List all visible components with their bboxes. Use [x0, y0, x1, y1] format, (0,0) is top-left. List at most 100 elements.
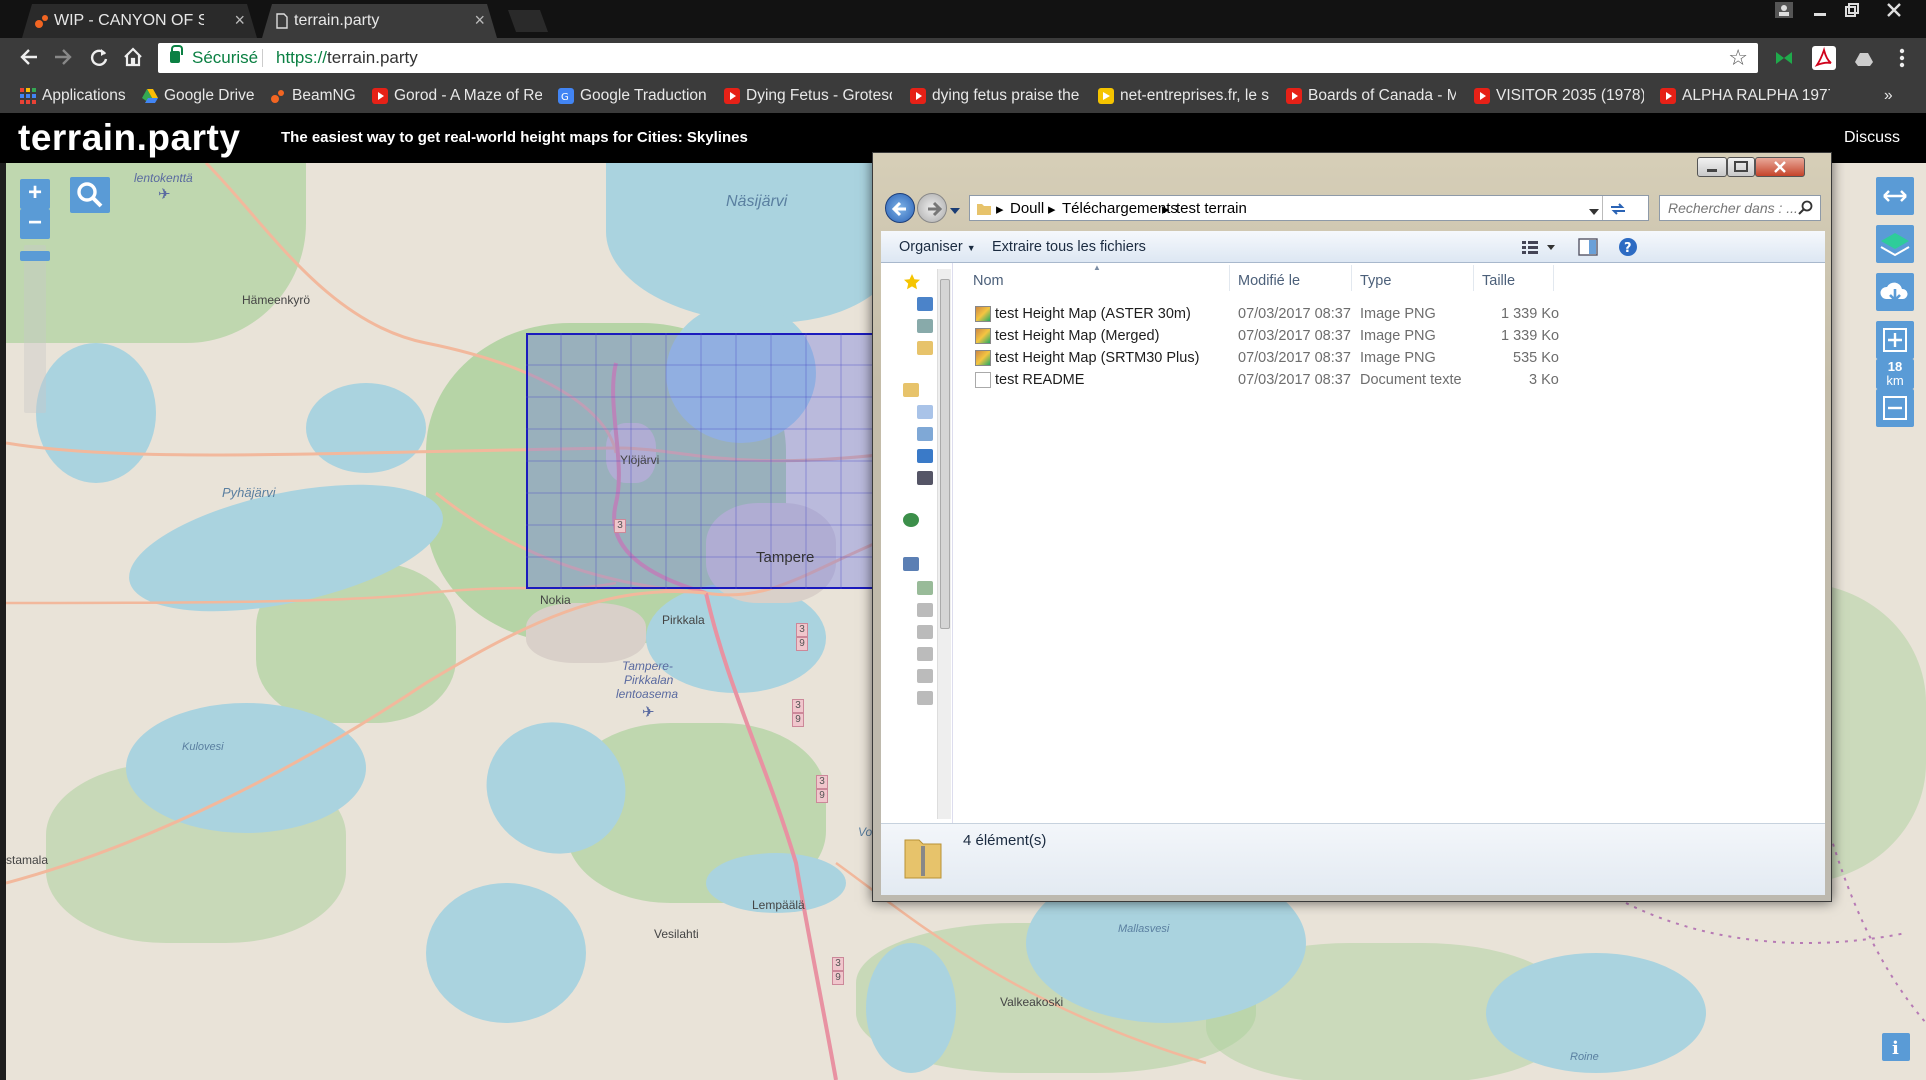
close-tab-icon[interactable]: × — [234, 10, 245, 31]
bookmark-google-traduction[interactable]: G Google Traduction — [558, 85, 718, 107]
explorer-forward-icon[interactable] — [917, 193, 947, 223]
bookmark-alpha-ralpha[interactable]: ALPHA RALPHA 1977 — [1660, 85, 1830, 107]
close-tab-icon[interactable]: × — [474, 10, 485, 31]
preview-pane-icon[interactable] — [1578, 238, 1598, 261]
breadcrumb-separator-icon[interactable]: ▸ — [1162, 200, 1170, 218]
address-dropdown-icon[interactable] — [1588, 204, 1600, 222]
breadcrumb-doull[interactable]: Doull — [1010, 200, 1044, 217]
desktop-icon[interactable] — [917, 297, 933, 311]
discuss-link[interactable]: Discuss — [1844, 129, 1900, 147]
explorer-close-icon[interactable] — [1755, 157, 1805, 177]
column-header-size[interactable]: Taille — [1482, 273, 1515, 289]
drive-icon[interactable] — [917, 581, 933, 595]
restore-window-icon[interactable] — [1838, 0, 1866, 22]
view-options-icon[interactable] — [1521, 239, 1555, 260]
pictures-icon[interactable] — [917, 427, 933, 441]
breadcrumb-telechargements[interactable]: Téléchargements — [1062, 200, 1178, 217]
zoom-slider-handle[interactable] — [20, 251, 50, 261]
downloads-folder-icon[interactable] — [917, 341, 933, 355]
navigation-scrollbar[interactable] — [937, 269, 951, 819]
bookmark-boards-of-canada[interactable]: Boards of Canada - M — [1286, 85, 1456, 107]
drive-icon[interactable] — [917, 669, 933, 683]
drive-extension-icon[interactable] — [1852, 46, 1876, 70]
extension-green-icon[interactable] — [1772, 46, 1796, 70]
search-icon[interactable] — [70, 177, 110, 213]
bookmark-dying-fetus[interactable]: Dying Fetus - Grotesq — [724, 85, 892, 107]
tab-wip-canyon[interactable]: WIP - CANYON OF SPEED × — [22, 4, 257, 38]
new-tab-button[interactable] — [508, 10, 548, 32]
bookmark-visitor-2035[interactable]: VISITOR 2035 (1978) | — [1474, 85, 1644, 107]
cloud-download-icon[interactable] — [1876, 273, 1914, 311]
bookmark-applications[interactable]: Applications — [20, 85, 130, 107]
size-increase-icon[interactable] — [1876, 321, 1914, 359]
column-header-name[interactable]: Nom — [973, 273, 1004, 289]
scrollbar-thumb[interactable] — [940, 279, 950, 629]
drive-icon[interactable] — [917, 647, 933, 661]
zoom-slider[interactable] — [24, 245, 46, 413]
zoom-out-button[interactable]: − — [20, 209, 50, 239]
bookmark-google-drive[interactable]: Google Drive — [142, 85, 258, 107]
libraries-icon[interactable] — [903, 383, 919, 397]
file-name: test Height Map (Merged) — [995, 328, 1160, 344]
file-row[interactable]: test README 07/03/2017 08:37 Document te… — [953, 369, 1825, 391]
close-window-icon[interactable] — [1880, 0, 1908, 22]
history-dropdown-icon[interactable] — [949, 203, 961, 221]
bookmark-dying-fetus-praise[interactable]: dying fetus praise the — [910, 85, 1082, 107]
bookmark-star-icon[interactable]: ☆ — [1728, 45, 1748, 71]
bookmark-beamng[interactable]: BeamNG — [270, 85, 360, 107]
net-entreprises-icon — [1098, 88, 1114, 104]
back-icon[interactable] — [16, 46, 42, 72]
explorer-search-input[interactable]: Rechercher dans : ... — [1659, 195, 1821, 221]
rotate-icon[interactable] — [1876, 177, 1914, 215]
videos-icon[interactable] — [917, 471, 933, 485]
bookmark-gorod[interactable]: Gorod - A Maze of Re — [372, 85, 542, 107]
breadcrumb-separator-icon[interactable]: ▸ — [996, 200, 1004, 218]
breadcrumb-separator-icon[interactable]: ▸ — [1048, 200, 1056, 218]
forward-icon[interactable] — [50, 46, 76, 72]
explorer-address-bar[interactable]: ▸ Doull ▸ Téléchargements ▸ test terrain — [969, 195, 1649, 221]
url-text[interactable]: https://terrain.party — [276, 48, 418, 68]
pdf-extension-icon[interactable] — [1812, 46, 1836, 70]
drive-icon[interactable] — [917, 691, 933, 705]
bookmarks-bar: Applications Google Drive BeamNG Gorod -… — [0, 79, 1926, 113]
extract-all-button[interactable]: Extraire tous les fichiers — [992, 239, 1146, 255]
home-icon[interactable] — [120, 46, 146, 72]
search-icon[interactable] — [1798, 200, 1814, 219]
file-row[interactable]: test Height Map (SRTM30 Plus) 07/03/2017… — [953, 347, 1825, 369]
organize-button[interactable]: Organiser ▼ — [899, 239, 976, 255]
explorer-navigation-pane[interactable] — [881, 263, 953, 823]
computer-icon[interactable] — [903, 557, 919, 571]
drive-icon[interactable] — [917, 603, 933, 617]
zoom-in-button[interactable]: + — [20, 179, 50, 209]
road-shield: 3 — [792, 699, 804, 713]
help-icon[interactable]: ? — [1618, 237, 1638, 262]
column-header-modified[interactable]: Modifié le — [1238, 273, 1300, 289]
tab-terrain-party[interactable]: terrain.party × — [262, 4, 497, 38]
drive-icon[interactable] — [917, 625, 933, 639]
layers-icon[interactable] — [1876, 225, 1914, 263]
reload-icon[interactable] — [86, 46, 112, 72]
music-icon[interactable] — [917, 449, 933, 463]
minimize-window-icon[interactable] — [1806, 0, 1834, 22]
user-profile-icon[interactable] — [1770, 0, 1798, 22]
recent-places-icon[interactable] — [917, 319, 933, 333]
favorites-star-icon[interactable] — [903, 273, 920, 290]
selection-box[interactable] — [526, 333, 878, 589]
explorer-minimize-icon[interactable] — [1697, 157, 1727, 177]
bookmarks-overflow-button[interactable]: » — [1884, 85, 1904, 107]
menu-kebab-icon[interactable] — [1890, 46, 1914, 70]
breadcrumb-test-terrain[interactable]: test terrain — [1176, 200, 1247, 217]
file-row[interactable]: test Height Map (Merged) 07/03/2017 08:3… — [953, 325, 1825, 347]
size-decrease-icon[interactable] — [1876, 389, 1914, 427]
homegroup-icon[interactable] — [903, 513, 919, 527]
bookmark-net-entreprises[interactable]: net-entreprises.fr, le s — [1098, 85, 1270, 107]
info-icon[interactable]: i — [1882, 1033, 1910, 1061]
file-row[interactable]: test Height Map (ASTER 30m) 07/03/2017 0… — [953, 303, 1825, 325]
address-bar[interactable]: Sécurisé https://terrain.party ☆ — [158, 43, 1758, 73]
refresh-icon[interactable] — [1608, 200, 1628, 223]
explorer-maximize-icon[interactable] — [1727, 157, 1755, 177]
column-header-type[interactable]: Type — [1360, 273, 1391, 289]
site-logo[interactable]: terrain.party — [18, 117, 240, 159]
explorer-back-icon[interactable] — [885, 193, 915, 223]
documents-icon[interactable] — [917, 405, 933, 419]
